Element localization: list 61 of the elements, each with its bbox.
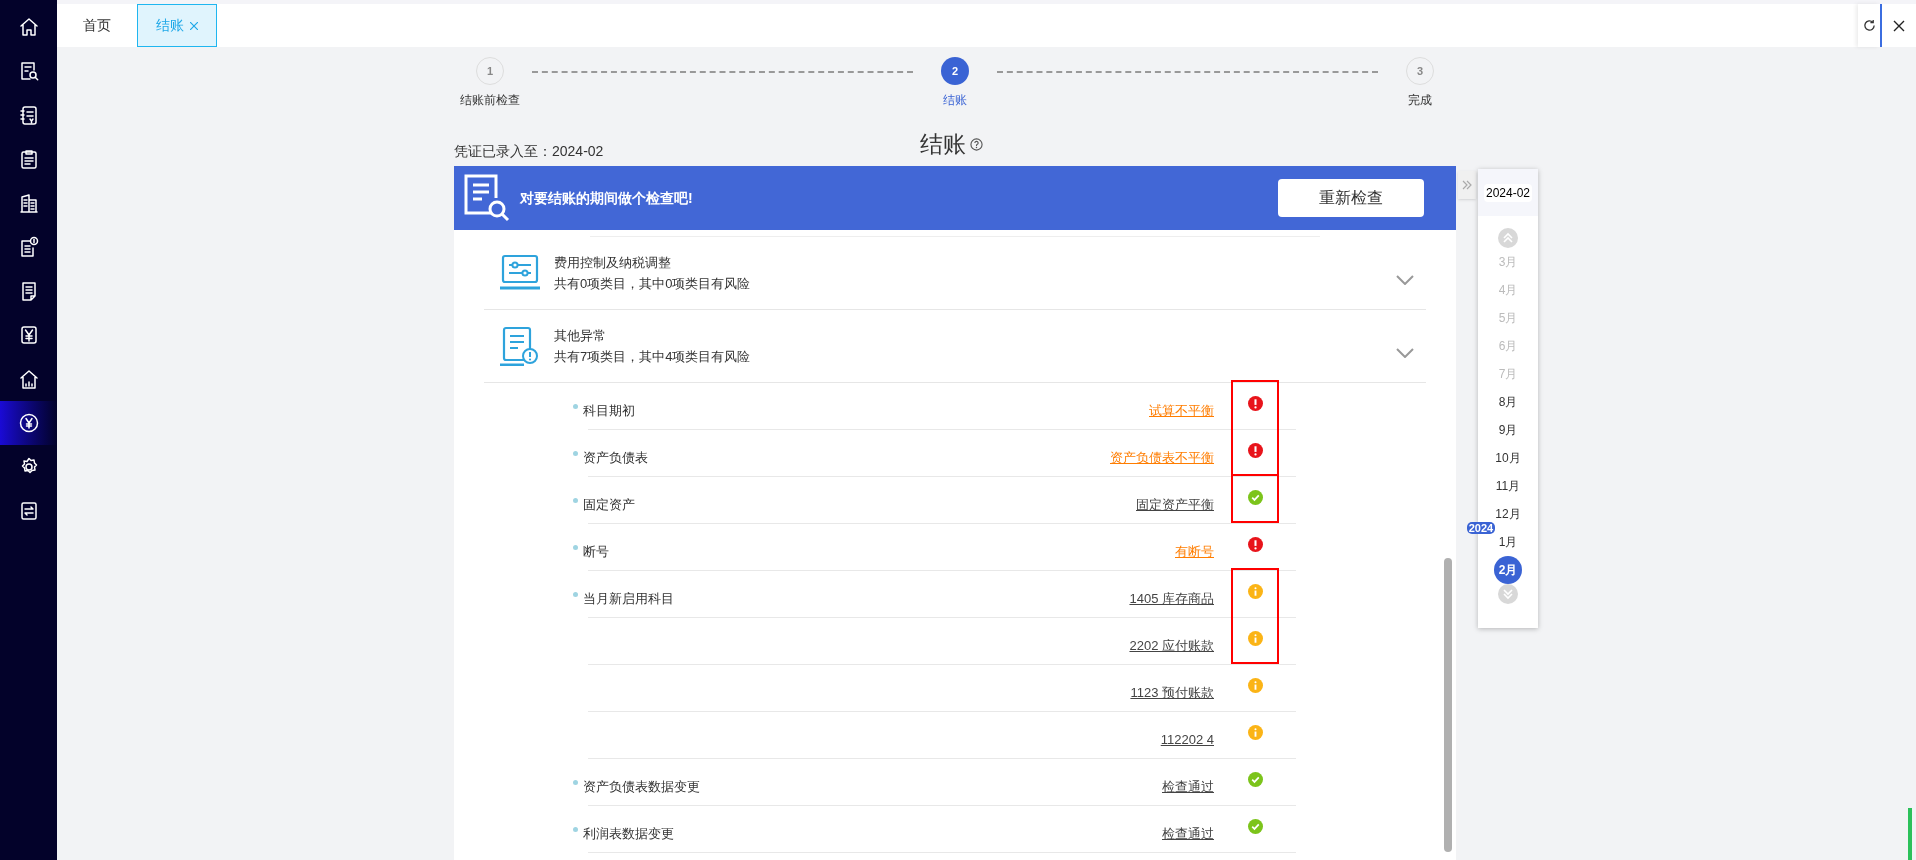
step-label: 结账 bbox=[943, 92, 967, 109]
year-badge: 2024 bbox=[1466, 522, 1496, 534]
result-link[interactable]: 2202 应付账款 bbox=[1129, 635, 1214, 656]
buildings-icon bbox=[17, 192, 40, 214]
section-summary: 共有7项类目，其中4项类目有风险 bbox=[554, 348, 752, 366]
check-item-label: 利润表数据变更 bbox=[583, 824, 674, 843]
period-header: 2024-02 bbox=[1483, 183, 1532, 202]
tab[interactable]: 首页 bbox=[57, 4, 137, 47]
month-item[interactable]: 12月 bbox=[1495, 505, 1521, 523]
month-item[interactable]: 10月 bbox=[1495, 449, 1521, 467]
banner-text: 对要结账的期间做个检查吧! bbox=[520, 188, 693, 208]
month-item[interactable]: 2月 bbox=[1494, 556, 1522, 584]
check-item-label: 资产负债表 bbox=[583, 448, 648, 467]
document-alert-icon bbox=[500, 326, 540, 366]
recheck-button[interactable]: 重新检查 bbox=[1278, 179, 1424, 217]
result-link[interactable]: 检查通过 bbox=[1162, 776, 1214, 797]
section-summary: 共有0项类目，其中0项类目有风险 bbox=[554, 275, 752, 293]
house-icon bbox=[17, 368, 40, 390]
bullet-icon bbox=[573, 404, 578, 409]
document-search-icon bbox=[462, 173, 510, 223]
step-label: 结账前检查 bbox=[460, 92, 520, 109]
month-item[interactable]: 9月 bbox=[1498, 421, 1518, 439]
home-icon bbox=[17, 16, 40, 38]
indicator-bar bbox=[1908, 808, 1912, 860]
step-number: 2 bbox=[941, 57, 969, 85]
check-item-label: 断号 bbox=[583, 542, 609, 561]
bullet-icon bbox=[573, 592, 578, 597]
bullet-icon bbox=[573, 545, 578, 550]
month-item[interactable]: 1月 bbox=[1498, 533, 1518, 551]
bullet-icon bbox=[573, 498, 578, 503]
check-item-label: 当月新启用科目 bbox=[583, 589, 674, 608]
sliders-monitor-icon bbox=[500, 253, 540, 293]
sidebar-item[interactable] bbox=[0, 401, 57, 445]
result-link[interactable]: 1123 预付账款 bbox=[1130, 682, 1214, 703]
refresh-icon bbox=[1862, 19, 1876, 32]
ledger-icon bbox=[17, 104, 40, 126]
month-item[interactable]: 8月 bbox=[1498, 393, 1518, 411]
section-title: 费用控制及纳税调整 bbox=[554, 253, 672, 272]
check-item-label: 科目期初 bbox=[583, 401, 635, 420]
check-item-label: 固定资产 bbox=[583, 495, 635, 514]
section-title: 其他异常 bbox=[554, 326, 607, 345]
yen-circle-icon bbox=[17, 412, 40, 434]
bullet-icon bbox=[573, 827, 578, 832]
result-link[interactable]: 检查通过 bbox=[1162, 823, 1214, 844]
scrollbar[interactable] bbox=[1444, 558, 1452, 852]
voucher-status: 凭证已录入至：2024-02 bbox=[454, 142, 604, 161]
month-item[interactable]: 11月 bbox=[1495, 477, 1521, 495]
result-link[interactable]: 1405 库存商品 bbox=[1129, 588, 1214, 609]
page-title: 结账 bbox=[920, 130, 966, 159]
chevron-down-icon[interactable] bbox=[1396, 348, 1414, 358]
result-link[interactable]: 112202 4 bbox=[1160, 729, 1214, 750]
result-link[interactable]: 固定资产平衡 bbox=[1136, 494, 1214, 515]
double-chevron-icon bbox=[1462, 180, 1472, 190]
close-icon bbox=[1893, 19, 1905, 32]
bullet-icon bbox=[573, 780, 578, 785]
step-label: 完成 bbox=[1408, 92, 1432, 109]
chevron-down-icon[interactable] bbox=[1396, 275, 1414, 285]
help-icon bbox=[970, 137, 983, 151]
bullet-icon bbox=[573, 451, 578, 456]
check-item-label: 资产负债表数据变更 bbox=[583, 777, 700, 796]
expand-toggle[interactable] bbox=[1458, 171, 1476, 199]
